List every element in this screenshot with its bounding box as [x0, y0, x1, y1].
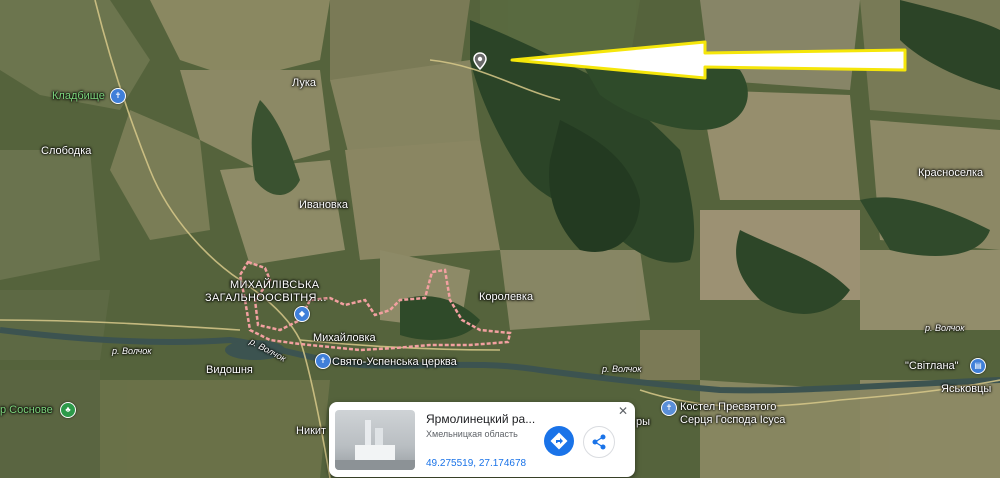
river-label: р. Волчок [925, 323, 965, 333]
park-icon[interactable]: ♣ [60, 402, 76, 418]
river-label: р. Волчок [602, 364, 642, 374]
share-icon [592, 434, 606, 450]
place-info-card[interactable]: Ярмолинецкий ра... Хмельницкая область 4… [329, 402, 635, 477]
place-label-vidoshnya[interactable]: Видошня [206, 364, 253, 377]
place-label-partial[interactable]: ры [636, 416, 650, 429]
cemetery-icon[interactable]: ✝ [110, 88, 126, 104]
place-label-cemetery[interactable]: Кладбище [52, 90, 105, 103]
store-icon[interactable]: ▤ [970, 358, 986, 374]
river-label: р. Волчок [112, 346, 152, 356]
place-label-korolevka[interactable]: Королевка [479, 291, 533, 304]
close-icon[interactable]: ✕ [618, 405, 628, 417]
place-thumbnail[interactable] [335, 410, 415, 470]
place-label-kostel-line1[interactable]: Костел Пресвятого [680, 401, 776, 414]
directions-button[interactable] [544, 426, 574, 456]
school-label-line1[interactable]: МИХАЙЛІВСЬКА [230, 279, 319, 292]
place-label-luka[interactable]: Лука [292, 77, 316, 90]
place-subtitle: Хмельницкая область [426, 429, 518, 439]
place-label-kostel-line2[interactable]: Серця Господа Ісуса [680, 414, 785, 427]
church-icon[interactable]: ✝ [315, 353, 331, 369]
place-label-krasnoselka[interactable]: Красноселка [918, 167, 983, 180]
place-label-church[interactable]: Свято-Успенська церква [332, 356, 457, 369]
place-label-slobodka[interactable]: Слободка [41, 145, 91, 158]
school-icon[interactable]: ◆ [294, 306, 310, 322]
place-label-svitlana[interactable]: "Світлана" [905, 360, 959, 373]
school-label-line2[interactable]: ЗАГАЛЬНООСВІТНЯ... [205, 292, 327, 305]
place-title[interactable]: Ярмолинецкий ра... [426, 412, 566, 426]
place-label-mikhailovka[interactable]: Михайловка [313, 332, 376, 345]
place-label-ivanovka[interactable]: Ивановка [299, 199, 348, 212]
place-coordinates[interactable]: 49.275519, 27.174678 [426, 458, 526, 469]
place-label-yaskovtsy[interactable]: Яськовцы [941, 383, 991, 396]
place-label-sosnove[interactable]: р Соснове [0, 404, 53, 417]
share-button[interactable] [583, 426, 615, 458]
location-pin-icon[interactable] [472, 52, 488, 71]
place-label-nikit[interactable]: Никит [296, 425, 326, 438]
church-icon[interactable]: ✝ [661, 400, 677, 416]
directions-icon [550, 432, 568, 450]
